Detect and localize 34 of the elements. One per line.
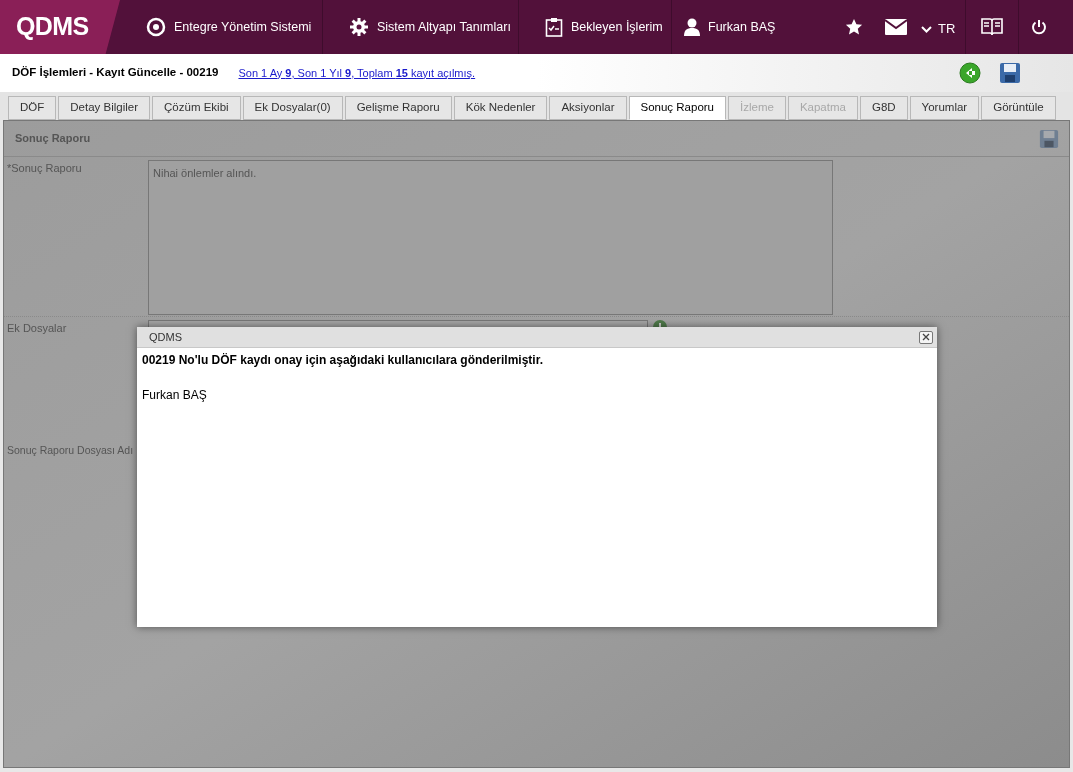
tab[interactable]: Gelişme Raporu (344, 96, 452, 120)
add-icon[interactable] (653, 320, 667, 327)
tab[interactable]: G8D (859, 96, 908, 120)
back-icon[interactable] (959, 62, 981, 84)
star-icon[interactable] (845, 18, 863, 36)
book-icon[interactable] (980, 16, 1005, 38)
clipboard-icon (545, 17, 563, 37)
chevron-down-icon (921, 25, 932, 33)
field-label: Sonuç Raporu Dosyası Adı (6, 443, 135, 458)
tab[interactable]: Yorumlar (909, 96, 980, 120)
tab[interactable]: Detay Bilgiler (58, 96, 151, 120)
power-icon[interactable] (1031, 19, 1048, 35)
tab[interactable]: Kök Nedenler (453, 96, 548, 120)
tab[interactable]: Sonuç Raporu (628, 96, 727, 120)
save-icon[interactable] (999, 62, 1021, 84)
target-icon (146, 17, 166, 37)
close-icon[interactable] (919, 330, 933, 344)
tab[interactable]: Çözüm Ekibi (152, 96, 241, 120)
gear-icon (349, 17, 369, 37)
user-icon (684, 18, 700, 36)
dialog-title: QDMS (149, 329, 182, 345)
mail-icon[interactable] (885, 19, 907, 35)
tab[interactable]: Görüntüle (981, 96, 1056, 120)
field-label: *Sonuç Raporu (6, 161, 83, 176)
language-selector[interactable]: TR (921, 15, 956, 39)
tab[interactable]: Aksiyonlar (549, 96, 627, 120)
record-count-link[interactable]: Son 1 Ay 9, Son 1 Yıl 9, Toplam 15 kayıt açılmış. (238, 64, 476, 82)
dialog-message: 00219 No'lu DÖF kaydı onay için aşağıdaki kullanıcılara gönderilmiştir. (141, 352, 544, 369)
user-menu[interactable]: Furkan BAŞ (672, 0, 829, 54)
section-title: Sonuç Raporu (15, 131, 91, 147)
tab[interactable]: DÖF (8, 96, 57, 120)
recipient-name: Furkan BAŞ (142, 387, 208, 404)
tab[interactable]: Ek Dosyalar(0) (242, 96, 343, 120)
page-title: DÖF İşlemleri - Kayıt Güncelle - 00219 (12, 65, 219, 81)
